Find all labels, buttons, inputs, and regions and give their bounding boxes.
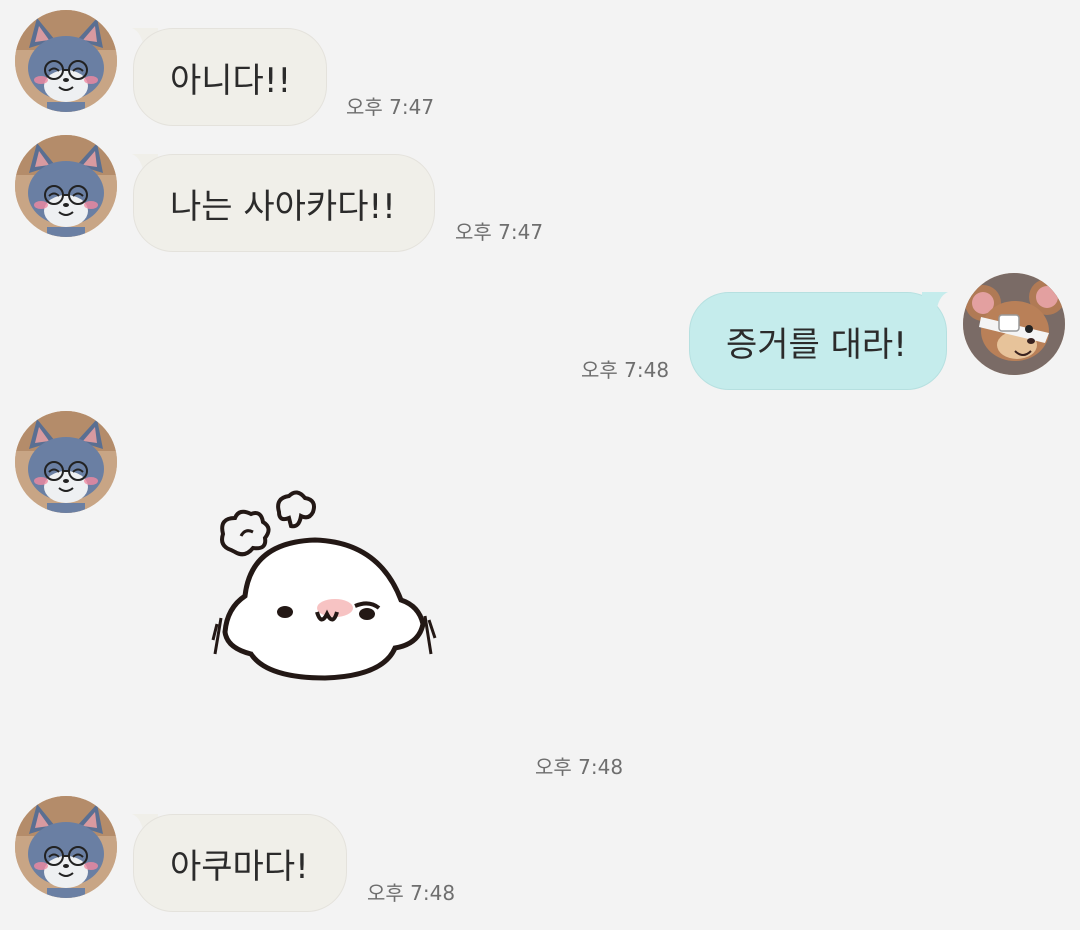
message-bubble[interactable]: 아니다!! [133, 28, 327, 126]
tom-cat-avatar-icon [15, 796, 117, 898]
tom-cat-avatar-icon [15, 10, 117, 112]
friend-avatar[interactable] [15, 135, 117, 237]
message-bubble[interactable]: 증거를 대라! [689, 292, 947, 390]
friend-avatar[interactable] [15, 796, 117, 898]
message-time: 오후 7:48 [535, 755, 624, 779]
friend-avatar[interactable] [15, 10, 117, 112]
message-bubble[interactable]: 아쿠마다! [133, 814, 347, 912]
friend-avatar[interactable] [15, 411, 117, 513]
angry-seal-sticker-icon[interactable] [205, 488, 445, 688]
message-time: 오후 7:48 [581, 358, 670, 382]
message-time: 오후 7:47 [455, 220, 544, 244]
message-time: 오후 7:47 [346, 95, 435, 119]
bubble-tail-icon [922, 292, 948, 314]
message-time: 오후 7:48 [367, 881, 456, 905]
tom-cat-avatar-icon [15, 411, 117, 513]
message-bubble[interactable]: 나는 사아카다!! [133, 154, 435, 252]
tom-cat-avatar-icon [15, 135, 117, 237]
my-avatar[interactable] [963, 273, 1065, 375]
jerry-mouse-avatar-icon [963, 273, 1065, 375]
